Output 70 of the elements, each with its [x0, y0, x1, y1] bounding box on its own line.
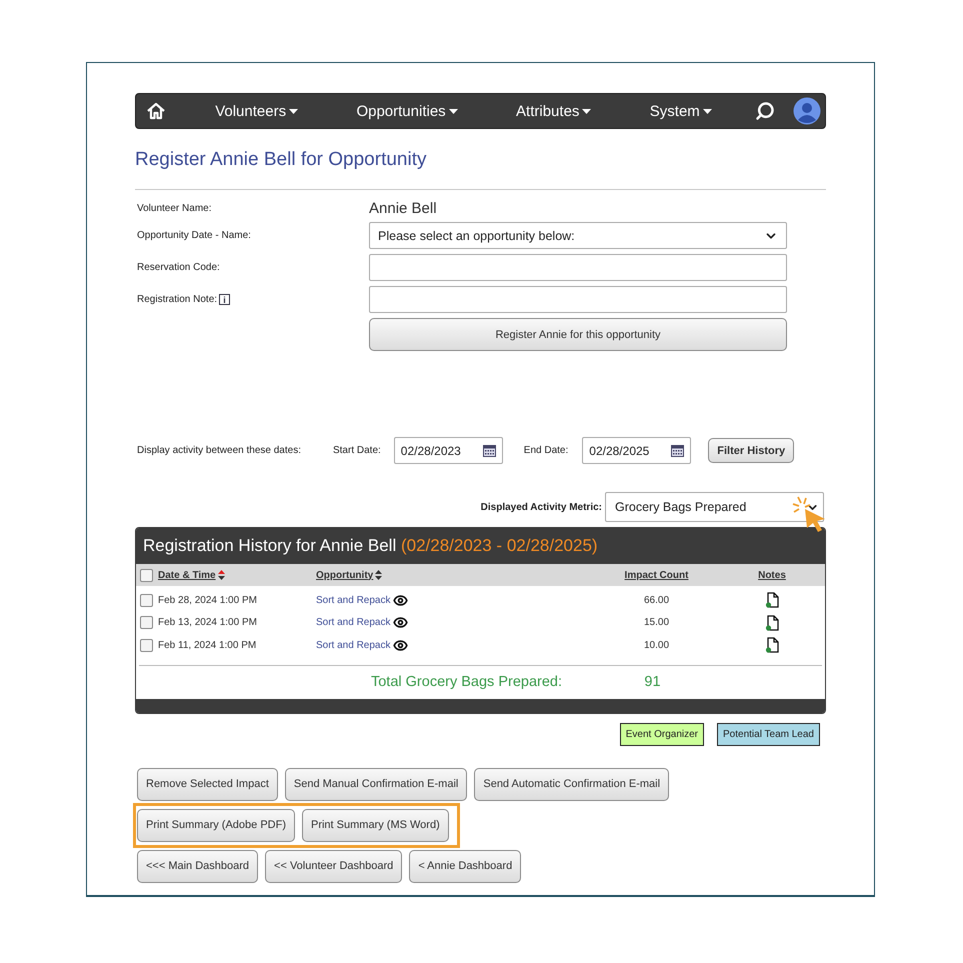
volunteer-name: Annie Bell [369, 200, 438, 217]
avatar-icon[interactable] [793, 97, 821, 125]
action-button[interactable]: Print Summary (MS Word) [302, 808, 449, 842]
calendar-icon[interactable] [671, 444, 684, 457]
end-date-field[interactable]: 02/28/2025 [582, 437, 692, 464]
info-icon[interactable]: i [219, 294, 230, 305]
filter-history-button[interactable]: Filter History [708, 438, 794, 463]
page-title: Register Annie Bell for Opportunity [135, 149, 428, 171]
action-button[interactable]: Print Summary (Adobe PDF) [137, 808, 295, 842]
impact-cell: 66.00 [644, 594, 670, 606]
sort-icon[interactable] [218, 570, 225, 580]
row-checkbox[interactable] [140, 594, 153, 607]
eye-icon[interactable] [392, 638, 408, 653]
metric-label: Displayed Activity Metric: [480, 502, 602, 512]
reservation-code-field[interactable] [369, 254, 787, 281]
eye-icon[interactable] [392, 592, 408, 608]
column-header[interactable]: Impact Count [624, 570, 688, 580]
nav-menu[interactable]: Opportunities [356, 102, 458, 120]
nav-menu[interactable]: Volunteers [215, 102, 298, 120]
field-label: Reservation Code: [137, 262, 221, 273]
attribute-tag: Event Organizer [620, 722, 704, 746]
start-date-field[interactable]: 02/28/2023 [394, 437, 503, 464]
note-icon[interactable] [765, 592, 779, 608]
caret-icon [448, 108, 458, 114]
home-icon[interactable] [146, 102, 166, 120]
total-label: Total Grocery Bags Prepared: [370, 674, 563, 690]
opportunity-select[interactable]: Please select an opportunity below: [369, 222, 787, 249]
note-icon[interactable] [765, 637, 779, 654]
field-label: Volunteer Name: [137, 203, 212, 214]
date-cell: Feb 13, 2024 1:00 PM [158, 617, 257, 628]
panel-title: Registration History for Annie Bell (02/28/2023 - 02/28/2025) [143, 536, 598, 556]
caret-icon [289, 108, 298, 114]
start-date-label: Start Date: [332, 445, 381, 456]
caret-icon [582, 108, 592, 114]
opportunity-link[interactable]: Sort and Repack [316, 640, 390, 651]
field-label: Registration Note: [137, 294, 218, 305]
nav-menu[interactable]: Attributes [516, 102, 592, 120]
eye-icon[interactable] [392, 615, 408, 630]
caret-icon [702, 108, 712, 114]
row-checkbox[interactable] [140, 616, 153, 630]
date-cell: Feb 11, 2024 1:00 PM [158, 640, 256, 651]
action-button[interactable]: Send Manual Confirmation E-mail [284, 768, 468, 800]
action-button[interactable]: < Annie Dashboard [409, 850, 522, 882]
end-date-label: End Date: [524, 445, 568, 456]
note-icon[interactable] [765, 614, 779, 631]
action-button[interactable]: << Volunteer Dashboard [265, 850, 402, 882]
column-header[interactable]: Notes [758, 570, 786, 580]
sort-icon[interactable] [375, 570, 382, 580]
action-button[interactable]: Send Automatic Confirmation E-mail [474, 768, 670, 800]
filter-label: Display activity between these dates: [137, 445, 301, 456]
registration-note-field[interactable] [369, 286, 787, 313]
attribute-tag: Potential Team Lead [717, 722, 820, 746]
column-header[interactable]: Date & Time [158, 570, 216, 580]
impact-cell: 10.00 [644, 640, 670, 651]
opportunity-link[interactable]: Sort and Repack [316, 617, 390, 628]
nav-menu[interactable]: System [650, 102, 712, 120]
select-all-checkbox[interactable] [140, 568, 153, 582]
search-icon[interactable] [755, 101, 775, 121]
opportunity-link[interactable]: Sort and Repack [316, 594, 390, 606]
calendar-icon[interactable] [482, 444, 496, 457]
action-button[interactable]: Remove Selected Impact [137, 768, 278, 800]
total-value: 91 [643, 674, 662, 690]
row-checkbox[interactable] [140, 638, 153, 652]
field-label: Opportunity Date - Name: [137, 230, 252, 241]
impact-cell: 15.00 [644, 617, 670, 628]
date-cell: Feb 28, 2024 1:00 PM [158, 594, 257, 606]
action-button[interactable]: <<< Main Dashboard [137, 850, 258, 882]
metric-select[interactable]: Grocery Bags Prepared [605, 492, 824, 522]
column-header[interactable]: Opportunity [316, 570, 374, 580]
register-button[interactable]: Register Annie for this opportunity [369, 318, 787, 351]
